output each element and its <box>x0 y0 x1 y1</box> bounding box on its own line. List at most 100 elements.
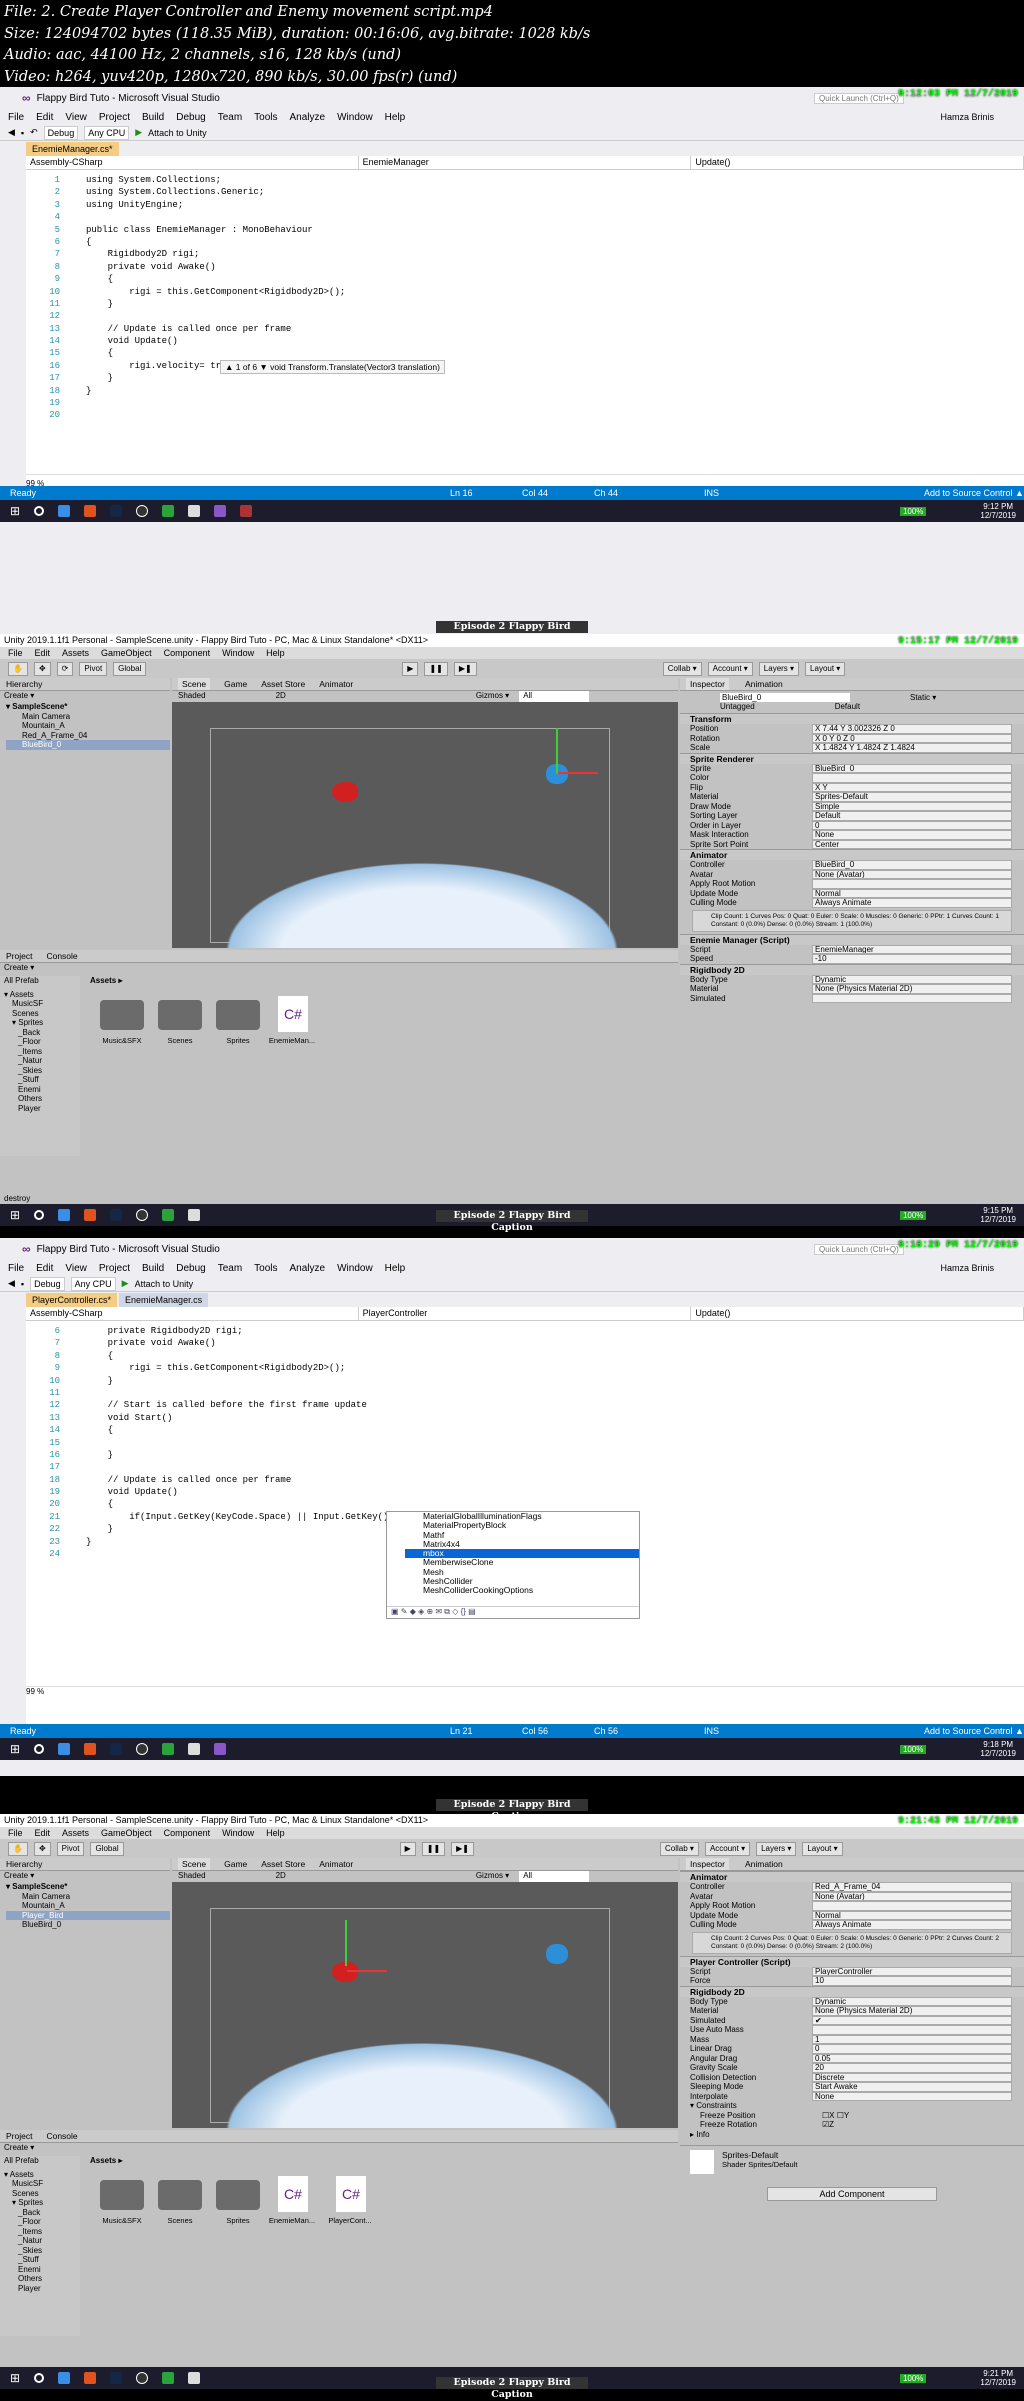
scene-search[interactable]: All <box>519 691 590 702</box>
folder-icon[interactable] <box>158 2180 202 2210</box>
taskbar-clock[interactable]: 9:18 PM 12/7/2019 <box>980 1740 1016 1758</box>
tab-enemiemanager[interactable]: EnemieManager.cs* <box>26 142 119 156</box>
project-tree-item[interactable]: Enemi <box>4 1085 80 1095</box>
code-line[interactable]: // Update is called once per frame <box>86 1474 394 1486</box>
tab-animator[interactable]: Animator <box>319 678 353 690</box>
animator-header[interactable]: Animator <box>680 1871 1024 1882</box>
field-value[interactable]: Normal <box>812 888 1012 898</box>
field-value[interactable]: 10 <box>812 1976 1012 1986</box>
project-tree-item[interactable]: Player <box>4 1104 80 1114</box>
code-line[interactable]: } <box>86 372 345 384</box>
hierarchy-item[interactable]: BlueBird_0 <box>6 1920 170 1930</box>
config-select[interactable]: Debug <box>30 1276 65 1291</box>
field-value[interactable]: Dynamic <box>812 1996 1012 2006</box>
field-value[interactable]: Dynamic <box>812 974 1012 984</box>
account-button[interactable]: Account ▾ <box>707 661 753 676</box>
tab-game[interactable]: Game <box>224 1858 247 1870</box>
menu-tools[interactable]: Tools <box>254 1263 277 1274</box>
obs-icon[interactable] <box>136 2372 149 2384</box>
code-line[interactable]: using System.Collections.Generic; <box>86 186 345 198</box>
nav-member[interactable]: Update() <box>691 156 1024 169</box>
back-icon[interactable]: ◀ <box>8 127 15 138</box>
field-value[interactable]: 0.05 <box>812 2053 1012 2063</box>
play-button[interactable]: ▶ <box>399 1841 416 1856</box>
project-tree-item[interactable]: _Skies <box>4 1066 80 1076</box>
unity-icon[interactable] <box>188 2372 201 2384</box>
project-tree-item[interactable]: _Items <box>4 1047 80 1057</box>
field-value[interactable]: 0 <box>812 820 1012 830</box>
camtasia-icon[interactable] <box>162 1743 175 1755</box>
hand-tool-icon[interactable]: ✋ <box>8 661 28 676</box>
global-button[interactable]: Global <box>90 1841 124 1856</box>
code-line[interactable]: rigi = this.GetComponent<Rigidbody2D>(); <box>86 1362 394 1374</box>
code-line[interactable]: { <box>86 1424 394 1436</box>
field-value[interactable]: PlayerController <box>812 1966 1012 1976</box>
tab-enemiemanager[interactable]: EnemieManager.cs <box>119 1293 209 1307</box>
menu-team[interactable]: Team <box>218 1263 242 1274</box>
windows-icon[interactable]: ⊞ <box>10 1208 20 1222</box>
field-value[interactable]: X Y <box>812 782 1012 792</box>
code-line[interactable] <box>86 1387 394 1399</box>
menu-help[interactable]: Help <box>385 1263 406 1274</box>
hierarchy-tab[interactable]: Hierarchy <box>0 678 170 691</box>
field-value[interactable]: X 7.44 Y 3.002326 Z 0 <box>812 724 1012 734</box>
taskbar-clock[interactable]: 9:21 PM 12/7/2019 <box>980 2369 1016 2387</box>
menu-help[interactable]: Help <box>385 112 406 123</box>
folder-icon[interactable] <box>100 2180 144 2210</box>
shader-name[interactable]: Shader Sprites/Default <box>722 2160 797 2169</box>
unity-icon[interactable] <box>188 505 201 517</box>
favorites-item[interactable]: All Prefab <box>4 2156 80 2166</box>
field-value[interactable]: 20 <box>812 2063 1012 2073</box>
menu-assets[interactable]: Assets <box>62 1827 89 1839</box>
hierarchy-create[interactable]: Create ▾ <box>0 1871 170 1882</box>
menu-edit[interactable]: Edit <box>35 647 51 659</box>
shading-select[interactable]: Shaded <box>178 691 206 702</box>
hierarchy-scene[interactable]: ▾ SampleScene* <box>6 702 170 712</box>
back-icon[interactable]: ◀ <box>8 1278 15 1289</box>
freeze-position-checkbox[interactable]: ☐X ☐Y <box>822 2111 849 2121</box>
code-line[interactable]: } <box>86 385 345 397</box>
tab-playercontroller[interactable]: PlayerController.cs* <box>26 1293 118 1307</box>
layer-select[interactable]: Default <box>835 702 860 711</box>
enemie-manager-header[interactable]: Enemie Manager (Script) <box>680 933 1024 945</box>
field-value[interactable]: X 1.4824 Y 1.4824 Z 1.4824 <box>812 743 1012 753</box>
transform-header[interactable]: Transform <box>680 713 1024 724</box>
project-tree-item[interactable]: ▾ Sprites <box>4 1018 80 1028</box>
unity-icon[interactable] <box>188 1209 201 1221</box>
menu-debug[interactable]: Debug <box>176 1263 205 1274</box>
static-toggle[interactable]: Static ▾ <box>910 693 936 702</box>
project-tree-item[interactable]: Others <box>4 1094 80 1104</box>
obs-icon[interactable] <box>136 1743 149 1755</box>
info-foldout[interactable]: ▸ Info <box>680 2130 1024 2140</box>
csharp-script-icon[interactable]: C# <box>278 996 308 1032</box>
field-value[interactable]: ✔ <box>812 2015 1012 2025</box>
menu-window[interactable]: Window <box>337 1263 373 1274</box>
code-line[interactable] <box>86 409 345 421</box>
photoshop-icon[interactable] <box>110 1743 123 1755</box>
menu-component[interactable]: Component <box>164 647 211 659</box>
camtasia-icon[interactable] <box>162 2372 175 2384</box>
quick-launch[interactable]: Quick Launch (Ctrl+Q) <box>814 92 904 104</box>
code-line[interactable]: void Update() <box>86 1486 394 1498</box>
field-value[interactable]: Simple <box>812 801 1012 811</box>
menu-team[interactable]: Team <box>218 112 242 123</box>
hierarchy-create[interactable]: Create ▾ <box>0 691 170 702</box>
config-select[interactable]: Debug <box>43 125 79 140</box>
menu-analyze[interactable]: Analyze <box>290 1263 326 1274</box>
zoom-level[interactable]: 99 % <box>26 1687 44 1696</box>
hierarchy-tab[interactable]: Hierarchy <box>0 1858 170 1871</box>
play-icon[interactable]: ▶ <box>135 127 142 138</box>
hierarchy-item-selected[interactable]: Player_Bird <box>6 1910 170 1920</box>
menu-edit[interactable]: Edit <box>36 1263 53 1274</box>
brave-icon[interactable] <box>84 1209 97 1221</box>
edge-icon[interactable] <box>58 1209 71 1221</box>
menu-help[interactable]: Help <box>266 647 285 659</box>
assets-path[interactable]: Assets ▸ <box>90 976 122 985</box>
platform-select[interactable]: Any CPU <box>70 1276 116 1291</box>
rigidbody-header[interactable]: Rigidbody 2D <box>680 1985 1024 1997</box>
menu-window[interactable]: Window <box>222 1827 254 1839</box>
code-line[interactable]: // Update is called once per frame <box>86 323 345 335</box>
search-icon[interactable] <box>34 2373 45 2383</box>
scene-view[interactable] <box>172 1882 678 2128</box>
project-tree-item[interactable]: _Stuff <box>4 1075 80 1085</box>
